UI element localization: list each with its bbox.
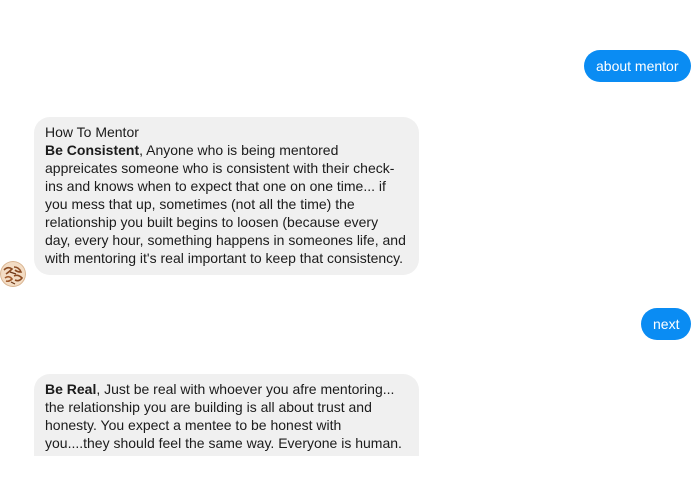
message-title: How To Mentor (45, 124, 139, 140)
message-bold-heading: Be Consistent (45, 142, 140, 158)
chat-viewport[interactable]: about mentor How To Mentor Be Consistent… (0, 0, 695, 456)
message-body: , Anyone who is being mentored appreicat… (45, 142, 406, 266)
message-body: , Just be real with whoever you afre men… (45, 381, 402, 456)
chat-footer (0, 456, 695, 494)
message-incoming-how-to-mentor: How To Mentor Be Consistent, Anyone who … (34, 117, 419, 275)
message-incoming-be-real: Be Real, Just be real with whoever you a… (34, 374, 419, 456)
message-text: next (653, 316, 680, 332)
message-bold-heading: Be Real (45, 381, 97, 397)
message-outgoing-next: next (641, 308, 692, 340)
bot-avatar-icon (0, 261, 26, 287)
message-outgoing-about-mentor: about mentor (584, 50, 691, 82)
message-text: about mentor (596, 58, 679, 74)
